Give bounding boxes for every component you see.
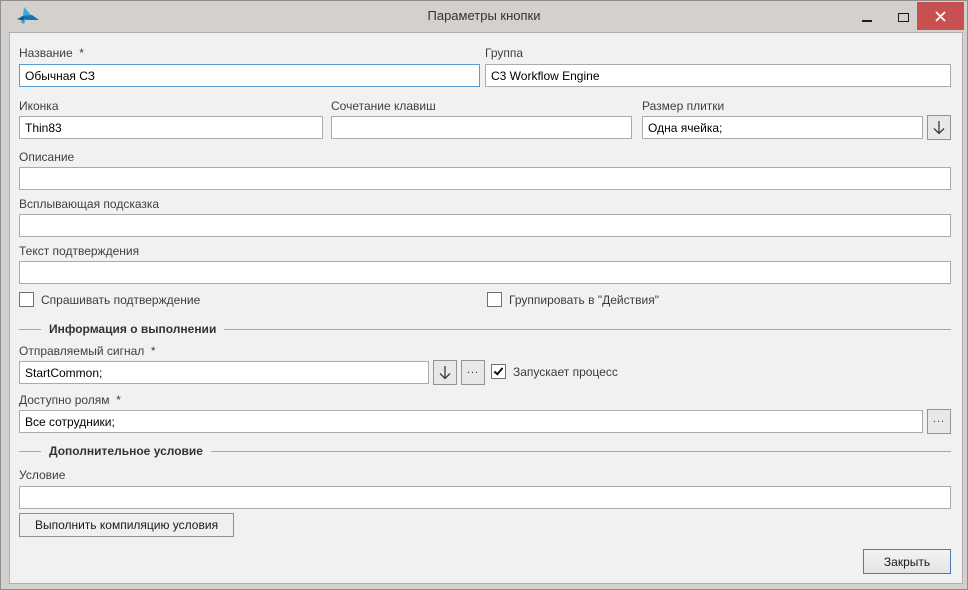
- checkbox-box[interactable]: [487, 292, 502, 307]
- ellipsis-icon: ...: [467, 364, 479, 376]
- group-actions-checkbox[interactable]: Группировать в "Действия": [487, 292, 659, 307]
- signal-input[interactable]: [19, 361, 429, 384]
- condition-input[interactable]: [19, 486, 951, 509]
- tooltip-input[interactable]: [19, 214, 951, 237]
- roles-input[interactable]: [19, 410, 923, 433]
- confirm-text-label: Текст подтверждения: [19, 244, 139, 258]
- close-dialog-button[interactable]: Закрыть: [863, 549, 951, 574]
- section-extra-condition-title: Дополнительное условие: [41, 444, 211, 458]
- compile-condition-button[interactable]: Выполнить компиляцию условия: [19, 513, 234, 537]
- signal-browse-button[interactable]: ...: [461, 360, 485, 385]
- checkbox-box[interactable]: [19, 292, 34, 307]
- dialog-window: Параметры кнопки Название * Группа Иконк…: [0, 0, 968, 590]
- title-bar: Параметры кнопки: [1, 1, 967, 32]
- separator-line: [19, 329, 41, 330]
- group-label: Группа: [485, 46, 523, 60]
- icon-label: Иконка: [19, 99, 59, 113]
- starts-process-checkbox[interactable]: Запускает процесс: [491, 364, 618, 379]
- minimize-button[interactable]: [852, 2, 882, 30]
- down-arrow-icon: [438, 365, 452, 380]
- group-input[interactable]: [485, 64, 951, 87]
- condition-label: Условие: [19, 468, 65, 482]
- shortcut-label: Сочетание клавиш: [331, 99, 436, 113]
- name-label: Название *: [19, 46, 84, 60]
- checkbox-box[interactable]: [491, 364, 506, 379]
- ask-confirm-label: Спрашивать подтверждение: [41, 293, 200, 307]
- roles-browse-button[interactable]: ...: [927, 409, 951, 434]
- roles-label: Доступно ролям *: [19, 393, 121, 407]
- icon-input[interactable]: [19, 116, 323, 139]
- shortcut-input[interactable]: [331, 116, 632, 139]
- ellipsis-icon: ...: [933, 413, 945, 425]
- section-execution-title: Информация о выполнении: [41, 322, 224, 336]
- separator-line: [224, 329, 951, 330]
- maximize-button[interactable]: [888, 2, 918, 30]
- signal-dropdown-button[interactable]: [433, 360, 457, 385]
- tile-size-label: Размер плитки: [642, 99, 724, 113]
- group-actions-label: Группировать в "Действия": [509, 293, 659, 307]
- minimize-icon: [862, 20, 872, 22]
- tile-size-input[interactable]: [642, 116, 923, 139]
- separator-line: [211, 451, 951, 452]
- maximize-icon: [898, 13, 909, 22]
- section-execution: Информация о выполнении: [19, 322, 951, 336]
- close-button[interactable]: [917, 2, 964, 30]
- form-panel: Название * Группа Иконка Сочетание клави…: [9, 32, 963, 584]
- confirm-text-input[interactable]: [19, 261, 951, 284]
- description-input[interactable]: [19, 167, 951, 190]
- close-icon: [935, 11, 946, 22]
- separator-line: [19, 451, 41, 452]
- section-extra-condition: Дополнительное условие: [19, 444, 951, 458]
- description-label: Описание: [19, 150, 74, 164]
- tooltip-label: Всплывающая подсказка: [19, 197, 159, 211]
- check-icon: [494, 365, 504, 375]
- starts-process-label: Запускает процесс: [513, 365, 618, 379]
- down-arrow-icon: [932, 120, 946, 135]
- ask-confirm-checkbox[interactable]: Спрашивать подтверждение: [19, 292, 200, 307]
- tile-size-dropdown-button[interactable]: [927, 115, 951, 140]
- signal-label: Отправляемый сигнал *: [19, 344, 156, 358]
- name-input[interactable]: [19, 64, 480, 87]
- window-title: Параметры кнопки: [1, 1, 967, 29]
